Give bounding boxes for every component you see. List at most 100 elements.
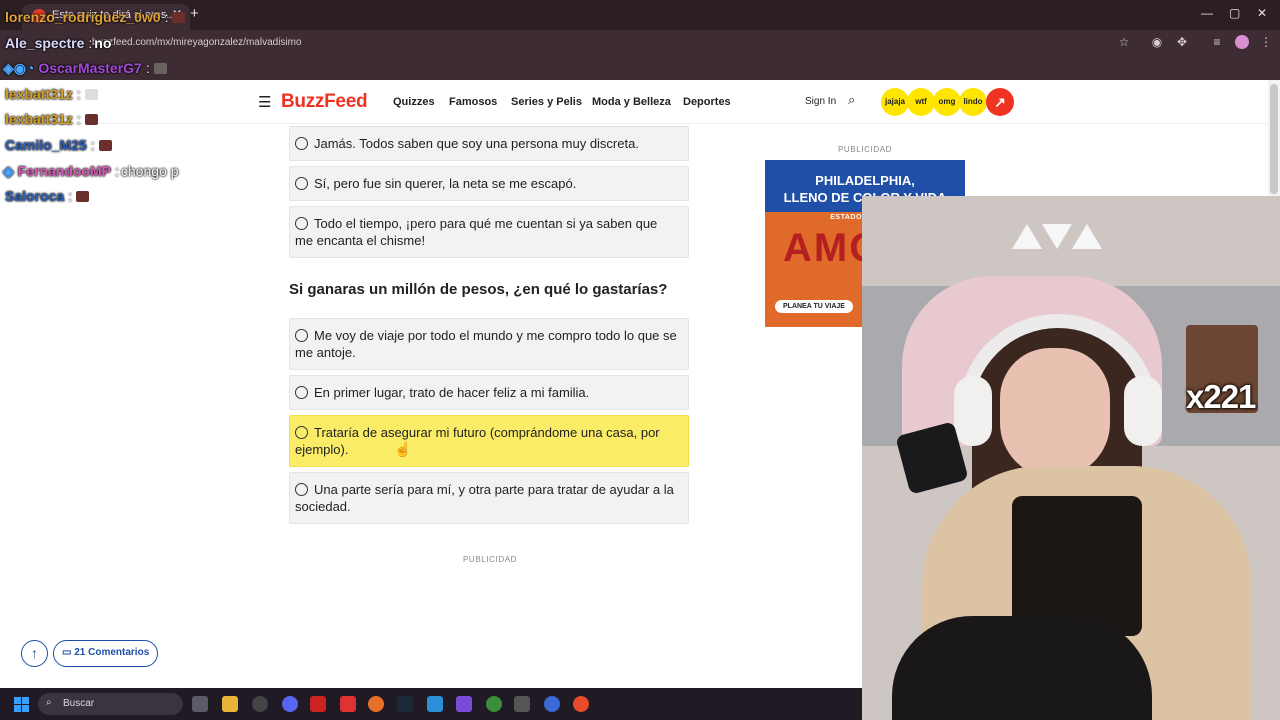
chat-username: Ale_spectre: [5, 35, 85, 51]
chat-message: Camilo_M25:: [5, 136, 112, 154]
taskbar-search[interactable]: [38, 693, 183, 715]
comments-button[interactable]: ▭ 21 Comentarios: [53, 640, 158, 667]
radio-icon: [295, 386, 308, 399]
chat-message: Saloroca:: [5, 187, 90, 205]
bookmarks-bar: [0, 56, 1280, 80]
emote-combo-counter: x221: [1186, 378, 1256, 415]
quiz-question: Si ganaras un millón de pesos, ¿en qué l…: [289, 281, 668, 298]
chat-message: Ale_spectre: no: [5, 35, 112, 51]
chat-badge-icon: ◈◉◔: [3, 60, 39, 76]
address-bar[interactable]: buzzfeed.com/mx/mireyagonzalez/malvadisi…: [92, 37, 302, 48]
hamburger-menu-icon[interactable]: ☰: [258, 93, 271, 111]
app-icon[interactable]: [456, 696, 472, 712]
windows-taskbar: ⌕ Buscar: [0, 688, 862, 720]
quiz-option[interactable]: Sí, pero fue sin querer, la neta se me e…: [289, 166, 689, 201]
headphone-cup: [1124, 376, 1162, 446]
webcam-feed: [862, 196, 1280, 720]
site-header: ☰ BuzzFeed Quizzes Famosos Series y Peli…: [0, 80, 1268, 124]
nav-quizzes[interactable]: Quizzes: [393, 96, 435, 108]
ad-label: PUBLICIDAD: [838, 145, 893, 154]
nav-famosos[interactable]: Famosos: [449, 96, 497, 108]
chat-username: FernandooMP: [17, 163, 111, 179]
firefox-icon[interactable]: [368, 696, 384, 712]
ad-cta-button[interactable]: PLANEA TU VIAJE: [775, 300, 853, 313]
app-icon[interactable]: [544, 696, 560, 712]
radio-icon: [295, 329, 308, 342]
light-panels: [1012, 224, 1102, 249]
discord-icon[interactable]: [282, 696, 298, 712]
file-explorer-icon[interactable]: [222, 696, 238, 712]
chat-username: lexbatt31z: [5, 86, 73, 102]
task-view-icon[interactable]: [192, 696, 208, 712]
quiz-option[interactable]: Me voy de viaje por todo el mundo y me c…: [289, 318, 689, 370]
app-icon[interactable]: [310, 696, 326, 712]
chat-message: ◈ FernandooMP: chongo p: [3, 163, 179, 179]
quiz-option[interactable]: Una parte sería para mí, y otra parte pa…: [289, 472, 689, 524]
app-icon[interactable]: [427, 696, 443, 712]
trending-arrow-icon[interactable]: ↗: [986, 88, 1014, 116]
app-icon[interactable]: [252, 696, 268, 712]
queue-icon[interactable]: ≡: [1210, 35, 1224, 49]
emote-icon: [172, 12, 186, 23]
chat-text: no: [94, 35, 112, 51]
radio-icon: [295, 177, 308, 190]
chat-text: chongo p: [120, 163, 179, 179]
scrollbar-thumb[interactable]: [1270, 84, 1278, 194]
app-icon[interactable]: [340, 696, 356, 712]
emote-icon: [98, 140, 112, 151]
browser-tab-bar: Este quiz te dirá si eres... ✕ + — ▢ ✕: [0, 0, 1280, 30]
app-icon[interactable]: [573, 696, 589, 712]
buzzfeed-logo[interactable]: BuzzFeed: [281, 91, 368, 113]
shirt: [1012, 496, 1142, 636]
extension-icon[interactable]: ◉: [1150, 35, 1164, 49]
badge-omg[interactable]: omg: [933, 88, 961, 116]
badge-lindo[interactable]: lindo: [959, 88, 987, 116]
windows-start-icon[interactable]: [14, 697, 29, 712]
browser-menu-icon[interactable]: ⋮: [1259, 35, 1273, 49]
browser-toolbar: buzzfeed.com/mx/mireyagonzalez/malvadisi…: [0, 30, 1280, 56]
headphone-cup: [954, 376, 992, 446]
quiz-option-hovered[interactable]: Trataría de asegurar mi futuro (compránd…: [289, 415, 689, 467]
emote-icon: [84, 89, 98, 100]
bookmark-star-icon[interactable]: ☆: [1117, 35, 1131, 49]
scroll-top-button[interactable]: ↑: [21, 640, 48, 667]
nav-series-pelis[interactable]: Series y Pelis: [511, 96, 582, 108]
search-icon: ⌕: [46, 697, 52, 708]
sign-in-link[interactable]: Sign In: [805, 96, 836, 107]
radio-icon: [295, 217, 308, 230]
search-icon[interactable]: ⌕: [848, 92, 855, 108]
profile-avatar[interactable]: [1235, 35, 1249, 49]
maximize-icon[interactable]: ▢: [1229, 6, 1240, 20]
comments-label: 21 Comentarios: [74, 647, 150, 658]
app-icon[interactable]: [514, 696, 530, 712]
nav-moda-belleza[interactable]: Moda y Belleza: [592, 96, 671, 108]
ad-label: PUBLICIDAD: [463, 555, 518, 564]
chat-username: lexbatt31z: [5, 111, 73, 127]
legs: [892, 616, 1152, 720]
emote-icon: [84, 114, 98, 125]
radio-icon: [295, 426, 308, 439]
chat-username: Saloroca: [5, 188, 65, 204]
chat-badge-icon: ◈: [3, 163, 18, 179]
puzzle-icon[interactable]: ✥: [1175, 35, 1189, 49]
radio-icon: [295, 483, 308, 496]
quiz-option[interactable]: Todo el tiempo, ¡pero para qué me cuenta…: [289, 206, 689, 258]
comment-icon: ▭: [62, 647, 75, 658]
nav-deportes[interactable]: Deportes: [683, 96, 731, 108]
chat-message: lorenzo_rodriguez_0w0:: [5, 8, 186, 26]
chat-username: Camilo_M25: [5, 137, 87, 153]
quiz-option[interactable]: En primer lugar, trato de hacer feliz a …: [289, 375, 689, 410]
taskbar-search-label: Buscar: [63, 698, 95, 709]
new-tab-icon[interactable]: +: [190, 5, 199, 22]
badge-wtf[interactable]: wtf: [907, 88, 935, 116]
steam-icon[interactable]: [397, 696, 413, 712]
quiz-option[interactable]: Jamás. Todos saben que soy una persona m…: [289, 126, 689, 161]
chat-username: OscarMasterG7: [38, 60, 142, 76]
chat-message: lexbatt31z:: [5, 110, 98, 128]
close-window-icon[interactable]: ✕: [1257, 6, 1267, 20]
chrome-icon[interactable]: [486, 696, 502, 712]
badge-jajaja[interactable]: jajaja: [881, 88, 909, 116]
minimize-icon[interactable]: —: [1201, 6, 1213, 20]
hand-cursor-icon: ☝: [394, 441, 412, 457]
emote-icon: [153, 63, 167, 74]
